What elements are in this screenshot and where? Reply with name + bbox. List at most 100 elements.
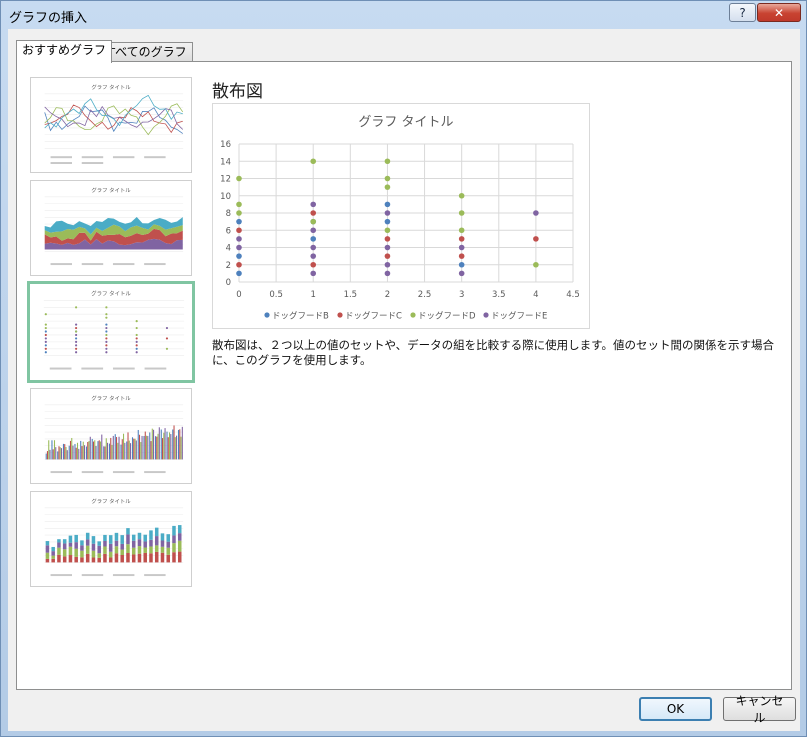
thumb-column [153,429,155,460]
thumb-legend-bar [81,263,104,266]
thumb-column [55,447,57,460]
thumb-column [76,442,79,460]
thumb-stacked-column [131,534,136,541]
data-point [236,253,242,259]
thumb-legend-bar [50,574,72,577]
thumb-legend-bar [81,162,104,164]
thumb-column [151,428,153,460]
thumb-stacked-column [131,547,136,555]
thumb-stacked-column [120,535,124,544]
thumb-stacked-column [114,532,119,541]
legend-entry: ドッグフードE [491,311,547,322]
thumb-data-point [44,340,47,343]
close-button[interactable]: ✕ [757,3,801,22]
help-button[interactable]: ? [729,3,756,22]
thumb-stacked-column [85,539,90,546]
thumb-stacked-column [51,551,55,556]
thumbnail-title: グラフ タイトル [91,497,131,505]
thumbnail-area-chart[interactable]: グラフ タイトル [30,180,192,276]
thumb-data-point [44,326,47,330]
y-tick-label: 10 [220,192,231,202]
data-point [458,253,465,259]
thumb-column [89,436,91,460]
thumb-column [82,441,84,460]
thumb-stacked-column [137,553,142,563]
data-point [310,218,317,225]
thumb-data-point [165,347,169,350]
thumbnail-stacked-column-chart[interactable]: グラフ タイトル [30,491,192,587]
thumbnail-scatter-chart[interactable]: グラフ タイトル [27,281,195,383]
tab-all-charts[interactable]: すべてのグラフ [98,42,193,62]
thumb-stacked-column [166,541,170,548]
thumb-data-point [75,337,78,340]
tab-recommended-charts[interactable]: おすすめグラフ [16,40,113,63]
thumb-stacked-column [97,545,101,554]
thumb-data-point [135,347,138,350]
thumb-column [92,441,95,460]
thumb-legend-bar [81,156,104,159]
thumb-stacked-column [120,543,124,550]
data-point [310,261,317,268]
thumb-data-point [135,320,138,323]
thumb-stacked-column [114,553,119,563]
thumb-column [179,429,181,460]
thumb-legend-bar [112,574,135,577]
thumbnail-column-chart[interactable]: グラフ タイトル [30,388,192,484]
thumb-stacked-column [108,535,113,544]
data-point [236,270,242,277]
thumb-data-point [44,330,47,333]
thumb-column [140,442,142,460]
thumb-column [133,438,135,460]
thumb-column [176,435,178,460]
thumb-data-point [105,316,108,319]
thumb-column [66,450,68,460]
thumb-legend-bar [50,263,72,266]
thumb-column [72,445,74,460]
thumb-stacked-column [45,558,50,563]
thumb-data-point [105,326,108,330]
thumb-stacked-column [97,541,101,546]
thumb-column [57,451,59,460]
data-point [533,261,539,268]
thumb-column [172,429,174,460]
x-tick-label: 2.5 [418,290,432,300]
chart-title: グラフ タイトル [358,115,453,130]
thumb-column [81,446,83,460]
thumb-stacked-column [149,553,153,563]
stacked-column-chart-thumbnail-graphic: グラフ タイトル [44,497,184,577]
ok-button[interactable]: OK [639,697,712,721]
thumb-column [127,432,129,460]
thumb-stacked-column [74,548,78,557]
thumb-stacked-column [137,532,142,540]
x-tick-label: 2 [385,290,390,300]
thumb-stacked-column [177,525,182,534]
thumb-legend-bar [112,471,135,474]
thumb-stacked-column [74,542,78,549]
thumb-column [80,440,82,460]
thumb-stacked-column [143,541,147,548]
thumb-stacked-column [160,546,165,553]
cancel-button[interactable]: キャンセル [723,694,796,725]
thumb-column [95,445,97,460]
y-tick-label: 16 [220,140,231,150]
thumb-column [130,443,132,460]
x-tick-label: 0.5 [269,290,283,300]
legend-entry: ドッグフードC [345,311,402,322]
thumb-stacked-column [91,550,96,558]
thumb-legend-bar [112,367,135,370]
thumb-stacked-column [80,545,84,551]
thumb-legend-bar [144,367,167,370]
thumb-column [141,435,143,460]
x-tick-label: 3 [459,290,464,300]
legend-marker [483,312,489,318]
data-point [236,201,242,208]
thumb-column [177,429,180,460]
data-point [533,236,539,242]
thumbnail-line-chart[interactable]: グラフ タイトル [30,77,192,173]
thumb-data-point [75,326,78,330]
chart-preview: グラフ タイトル 0 2 4 6 8 10 12 14 16 0 0.5 1 1.5 2 2.5 3 3.5 4 4.… [212,103,590,329]
thumb-stacked-column [62,543,67,550]
thumb-data-point [44,344,47,347]
thumb-column [85,446,88,460]
thumb-stacked-column [131,554,136,563]
